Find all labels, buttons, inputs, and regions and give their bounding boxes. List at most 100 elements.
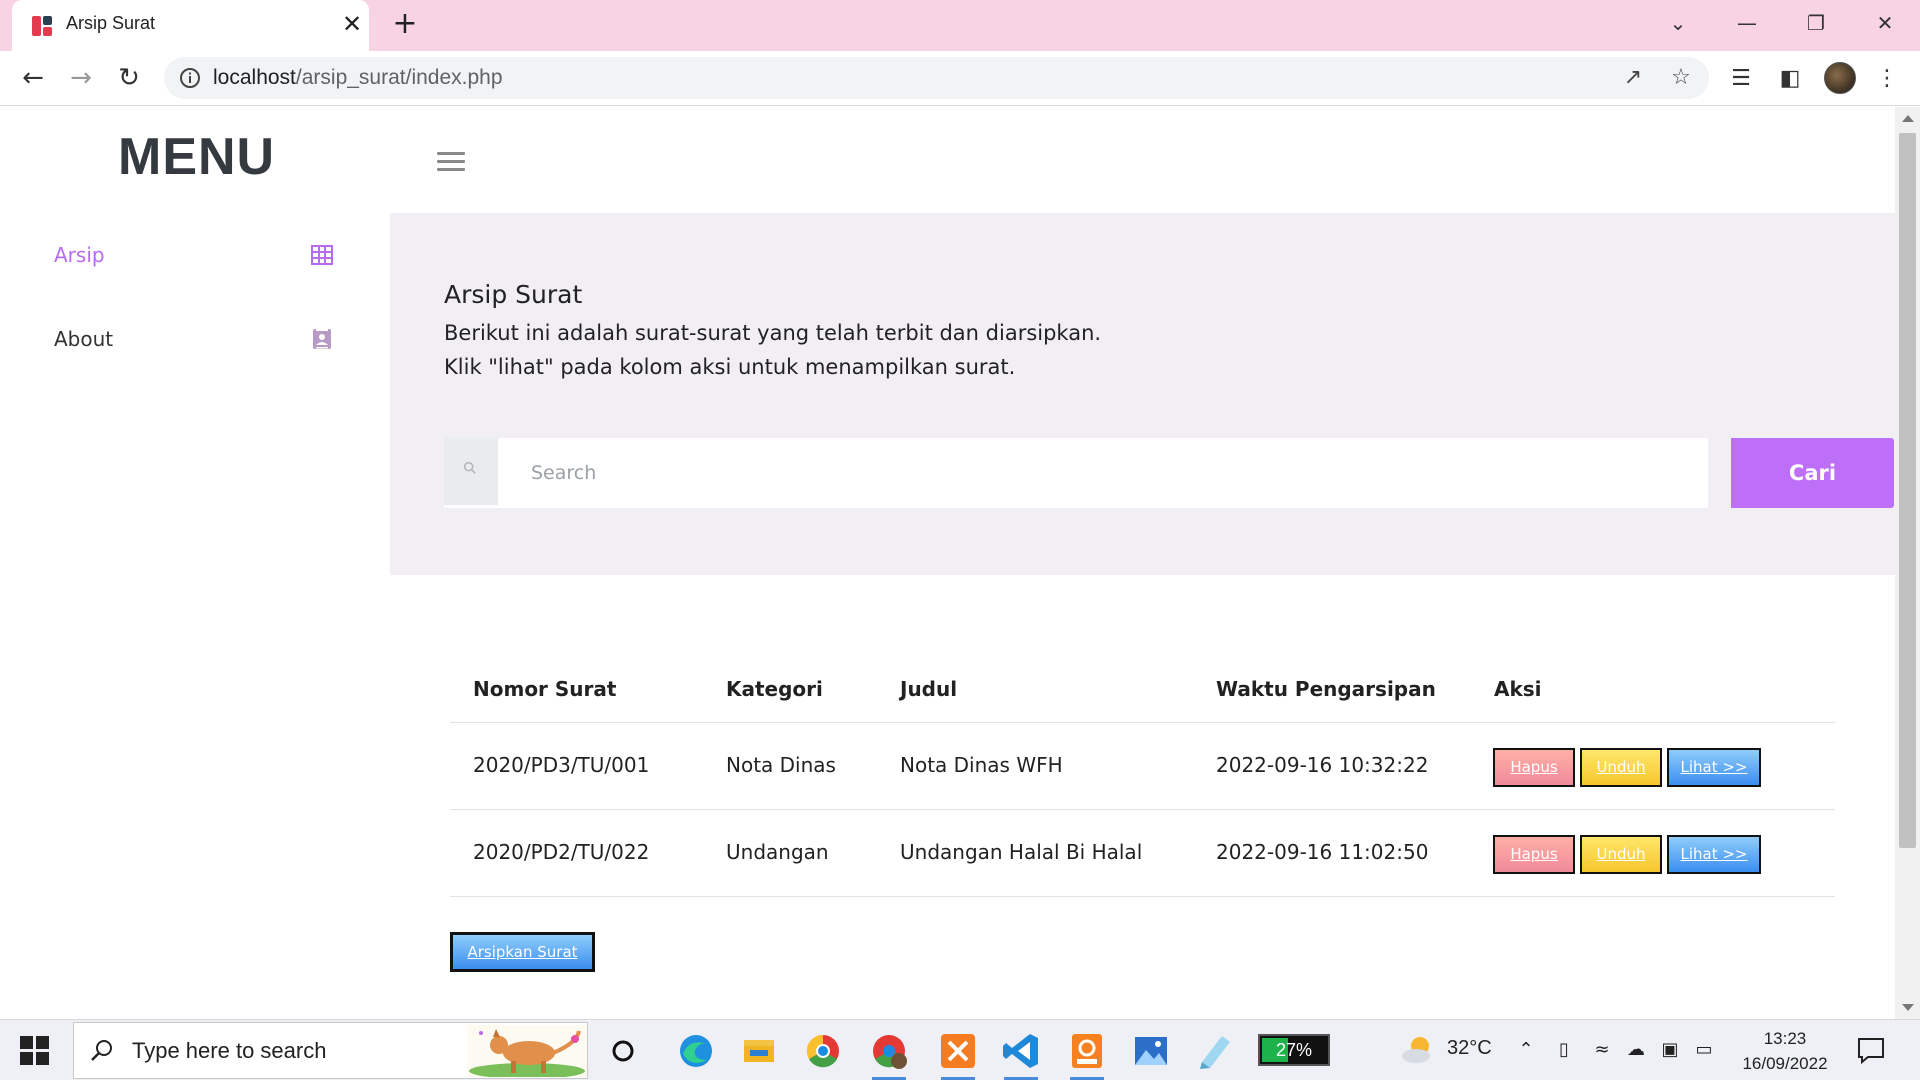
notepad-icon[interactable]: [1192, 1028, 1238, 1074]
unduh-button[interactable]: Unduh: [1580, 835, 1662, 874]
clock-time: 13:23: [1763, 1029, 1807, 1048]
display-settings-icon[interactable]: ▣: [1658, 1038, 1682, 1062]
url-host: localhost: [213, 66, 296, 89]
taskbar-search-text: Type here to search: [132, 1038, 327, 1063]
restore-button[interactable]: ❐: [1796, 8, 1836, 38]
meet-now-icon[interactable]: ▯: [1552, 1038, 1576, 1062]
search-button[interactable]: Cari: [1731, 438, 1894, 508]
side-panel-icon[interactable]: ◧: [1775, 64, 1805, 94]
weather-partly-cloudy-icon[interactable]: [1400, 1034, 1436, 1066]
battery-widget[interactable]: 27%: [1258, 1034, 1330, 1066]
table-grid-icon: [311, 245, 333, 265]
cell-kategori: Undangan: [726, 840, 829, 864]
notification-center-icon[interactable]: [1856, 1036, 1886, 1064]
magnifier-icon: [91, 1040, 112, 1061]
browser-tab[interactable]: Arsip Surat ✕: [12, 0, 369, 51]
task-view-icon[interactable]: [600, 1028, 646, 1074]
clock-date: 16/09/2022: [1742, 1054, 1828, 1073]
cell-judul: Nota Dinas WFH: [900, 753, 1063, 777]
battery-percentage: 27%: [1275, 1040, 1313, 1060]
table-header: Nomor Surat Kategori Judul Waktu Pengars…: [450, 637, 1835, 723]
weather-temperature[interactable]: 32°C: [1447, 1037, 1492, 1060]
web-page: MENU Arsip About Arsip Surat Berikut ini…: [0, 107, 1895, 1019]
photos-icon[interactable]: [1128, 1028, 1174, 1074]
scroll-down-arrow-icon[interactable]: [1902, 1004, 1914, 1011]
unduh-button[interactable]: Unduh: [1580, 748, 1662, 787]
sidebar-item-label: About: [54, 327, 114, 351]
xampp-icon[interactable]: [935, 1028, 981, 1080]
search-highlight-art-icon: [467, 1025, 587, 1077]
search-icon: [444, 438, 498, 508]
reload-icon[interactable]: ↻: [112, 61, 146, 95]
taskbar-clock[interactable]: 13:23 16/09/2022: [1730, 1026, 1840, 1076]
share-icon[interactable]: ↗: [1620, 65, 1646, 91]
col-aksi: Aksi: [1494, 677, 1542, 701]
vscode-icon[interactable]: [998, 1028, 1044, 1080]
col-kategori: Kategori: [726, 677, 823, 701]
scroll-up-arrow-icon[interactable]: [1902, 115, 1914, 122]
hero-section: Arsip Surat Berikut ini adalah surat-sur…: [390, 213, 1895, 575]
taskbar-search-box[interactable]: Type here to search: [73, 1022, 588, 1079]
windows-taskbar: Type here to search 27% 32°C ⌃ ▯ ≈ ☁ ▣ ▭…: [0, 1019, 1920, 1080]
page-description-2: Klik "lihat" pada kolom aksi untuk menam…: [444, 355, 1016, 379]
hapus-button[interactable]: Hapus: [1493, 835, 1575, 874]
col-nomor-surat: Nomor Surat: [473, 677, 617, 701]
profile-avatar[interactable]: [1824, 62, 1856, 94]
tab-close-icon[interactable]: ✕: [338, 10, 366, 38]
minimize-button[interactable]: —: [1727, 8, 1767, 38]
site-info-icon[interactable]: [178, 66, 202, 90]
cell-nomor: 2020/PD3/TU/001: [473, 753, 650, 777]
search-group: Cari: [444, 438, 1894, 508]
sidebar-item-label: Arsip: [54, 243, 105, 267]
browser-menu-icon[interactable]: ⋮: [1872, 64, 1902, 94]
screen: Arsip Surat ✕ + ⌄ — ❐ ✕ ← → ↻ localhost/…: [0, 0, 1920, 1080]
browser-tab-strip: Arsip Surat ✕ + ⌄ — ❐ ✕: [0, 0, 1920, 51]
windows-start-icon[interactable]: [20, 1036, 50, 1066]
cell-nomor: 2020/PD2/TU/022: [473, 840, 650, 864]
pdf-app-icon[interactable]: [1064, 1028, 1110, 1080]
page-scrollbar[interactable]: [1895, 107, 1920, 1019]
page-description-1: Berikut ini adalah surat-surat yang tela…: [444, 321, 1102, 345]
battery-tray-icon[interactable]: ▭: [1692, 1038, 1716, 1062]
table-row: 2020/PD2/TU/022 Undangan Undangan Halal …: [450, 810, 1835, 897]
archive-table: Nomor Surat Kategori Judul Waktu Pengars…: [450, 637, 1835, 897]
sidebar-item-about[interactable]: About: [54, 321, 354, 361]
hapus-button[interactable]: Hapus: [1493, 748, 1575, 787]
cell-waktu: 2022-09-16 10:32:22: [1216, 753, 1429, 777]
col-waktu-pengarsipan: Waktu Pengarsipan: [1216, 677, 1436, 701]
contact-card-icon: [313, 329, 331, 349]
search-input[interactable]: [498, 438, 1708, 508]
chrome-icon[interactable]: [800, 1028, 846, 1074]
lihat-button[interactable]: Lihat >>: [1667, 835, 1761, 874]
page-title: Arsip Surat: [444, 280, 583, 309]
scrollbar-thumb[interactable]: [1899, 133, 1916, 848]
back-arrow-icon[interactable]: ←: [16, 61, 50, 95]
reading-list-icon[interactable]: ☰: [1726, 64, 1756, 94]
chrome-profile-icon[interactable]: [866, 1028, 912, 1080]
forward-arrow-icon[interactable]: →: [64, 61, 98, 95]
bookmark-star-icon[interactable]: ☆: [1668, 65, 1694, 91]
sidebar-item-arsip[interactable]: Arsip: [54, 237, 354, 277]
menu-title: MENU: [118, 128, 276, 186]
close-window-button[interactable]: ✕: [1865, 8, 1905, 38]
onedrive-cloud-icon[interactable]: ☁: [1624, 1038, 1648, 1062]
edge-browser-icon[interactable]: [673, 1028, 719, 1074]
arsipkan-surat-button[interactable]: Arsipkan Surat: [450, 932, 595, 972]
file-explorer-icon[interactable]: [736, 1028, 782, 1074]
browser-toolbar: ← → ↻ localhost/arsip_surat/index.php ↗ …: [0, 51, 1920, 106]
tab-title: Arsip Surat: [66, 13, 156, 33]
tab-search-chevron-icon[interactable]: ⌄: [1658, 8, 1698, 38]
lihat-button[interactable]: Lihat >>: [1667, 748, 1761, 787]
address-bar[interactable]: localhost/arsip_surat/index.php ↗ ☆: [164, 57, 1709, 99]
url-text[interactable]: localhost/arsip_surat/index.php: [213, 66, 503, 90]
url-path: /arsip_surat/index.php: [295, 66, 503, 89]
table-row: 2020/PD3/TU/001 Nota Dinas Nota Dinas WF…: [450, 723, 1835, 810]
app-favicon-icon: [32, 16, 52, 36]
new-tab-button[interactable]: +: [388, 8, 422, 42]
wifi-icon[interactable]: ≈: [1590, 1038, 1614, 1062]
cell-waktu: 2022-09-16 11:02:50: [1216, 840, 1429, 864]
col-judul: Judul: [900, 677, 958, 701]
show-hidden-icons-chevron-icon[interactable]: ⌃: [1514, 1038, 1538, 1062]
hamburger-menu-icon[interactable]: [437, 152, 465, 174]
cell-kategori: Nota Dinas: [726, 753, 836, 777]
